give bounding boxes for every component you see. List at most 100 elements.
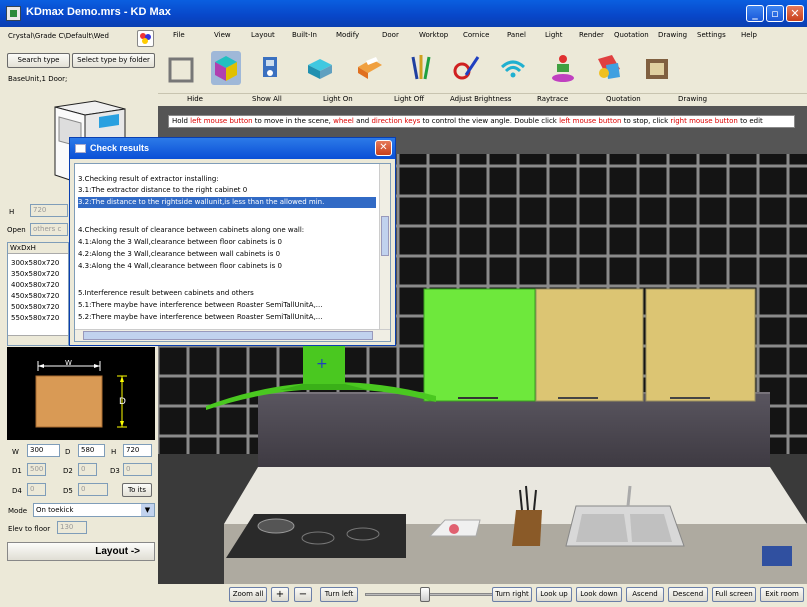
elev-field[interactable]: 130 <box>57 521 87 534</box>
dialog-close-button[interactable]: ✕ <box>375 140 392 156</box>
list-item[interactable]: 400x580x720 <box>11 281 59 289</box>
list-item[interactable]: 450x580x720 <box>11 292 59 300</box>
quotation-icon[interactable] <box>642 51 672 85</box>
door-icon[interactable] <box>354 51 384 85</box>
menu-door[interactable]: Door <box>382 31 399 39</box>
d3-field[interactable]: 0 <box>123 463 152 476</box>
descend-button[interactable]: Descend <box>668 587 708 602</box>
svg-text:+: + <box>316 356 328 372</box>
list-item[interactable]: 550x580x720 <box>11 314 59 322</box>
menu-file[interactable]: File <box>173 31 185 39</box>
menu-render[interactable]: Render <box>579 31 604 39</box>
builtin-icon[interactable] <box>255 51 285 85</box>
h-scrollbar-thumb[interactable] <box>83 331 373 340</box>
icon-toolbar <box>158 45 807 93</box>
menu-built-in[interactable]: Built-In <box>292 31 317 39</box>
result-line[interactable]: 3.Checking result of extractor installin… <box>78 174 219 185</box>
dimensions-diagram: W D <box>7 347 155 440</box>
result-line[interactable]: 5.1:There maybe have interference betwee… <box>78 300 323 311</box>
menu-quotation[interactable]: Quotation <box>614 31 649 39</box>
menu-layout[interactable]: Layout <box>251 31 275 39</box>
rotation-slider-thumb[interactable] <box>420 587 430 602</box>
result-line[interactable]: 4.3:Along the 4 Wall,clearance between f… <box>78 261 282 272</box>
cornice-icon[interactable] <box>452 51 482 85</box>
hint-text: left mouse button <box>559 117 622 125</box>
v-scrollbar-thumb[interactable] <box>381 216 389 256</box>
zoom-out-button[interactable]: − <box>294 587 312 602</box>
results-list[interactable]: 3.Checking result of extractor installin… <box>74 163 391 342</box>
layout-button[interactable]: Layout -> <box>7 542 155 561</box>
result-line-selected[interactable]: 3.2:The distance to the rightside wallun… <box>78 197 376 208</box>
hide-button[interactable]: Hide <box>187 95 203 103</box>
menu-settings[interactable]: Settings <box>697 31 726 39</box>
menu-help[interactable]: Help <box>741 31 757 39</box>
menu-light[interactable]: Light <box>545 31 562 39</box>
cube-icon[interactable] <box>211 51 241 85</box>
d4-field[interactable]: 0 <box>27 483 46 496</box>
turn-right-button[interactable]: Turn right <box>492 587 532 602</box>
modify-icon[interactable] <box>304 51 334 85</box>
full-screen-button[interactable]: Full screen <box>712 587 756 602</box>
look-up-button[interactable]: Look up <box>536 587 572 602</box>
zoom-all-button[interactable]: Zoom all <box>229 587 267 602</box>
light-on-button[interactable]: Light On <box>323 95 353 103</box>
hint-text: to control the view angle. Double click <box>420 117 560 125</box>
result-line[interactable]: 3.1:The extractor distance to the right … <box>78 185 247 196</box>
look-down-button[interactable]: Look down <box>576 587 622 602</box>
adjust-brightness-button[interactable]: Adjust Brightness <box>450 95 511 103</box>
open-field[interactable]: others c <box>30 223 68 236</box>
menu-worktop[interactable]: Worktop <box>419 31 448 39</box>
list-item[interactable]: 300x580x720 <box>11 259 59 267</box>
v-scrollbar[interactable] <box>379 164 390 329</box>
show-all-button[interactable]: Show All <box>252 95 282 103</box>
list-item[interactable]: 350x580x720 <box>11 270 59 278</box>
quotation-button[interactable]: Quotation <box>606 95 641 103</box>
d5-field[interactable]: 0 <box>78 483 108 496</box>
chevron-down-icon[interactable]: ▼ <box>141 504 154 516</box>
close-button[interactable]: ✕ <box>786 5 804 22</box>
h2-label: H <box>111 448 117 456</box>
maximize-button[interactable]: ▫ <box>766 5 784 22</box>
drawing-button[interactable]: Drawing <box>678 95 707 103</box>
light-icon[interactable] <box>548 51 578 85</box>
h2-field[interactable]: 720 <box>123 444 152 457</box>
result-line[interactable]: 4.1:Along the 3 Wall,clearance between f… <box>78 237 282 248</box>
ascend-button[interactable]: Ascend <box>626 587 664 602</box>
size-list[interactable]: WxDxH 300x580x720 350x580x720 400x580x72… <box>7 242 69 346</box>
menu-view[interactable]: View <box>214 31 231 39</box>
result-line[interactable]: 4.Checking result of clearance between c… <box>78 225 304 236</box>
exit-room-button[interactable]: Exit room <box>760 587 804 602</box>
d1-field[interactable]: 500 <box>27 463 46 476</box>
h-scrollbar[interactable] <box>75 329 390 341</box>
raytrace-button[interactable]: Raytrace <box>537 95 568 103</box>
w-field[interactable]: 300 <box>27 444 60 457</box>
worktop-icon[interactable] <box>405 51 435 85</box>
dialog-title-bar[interactable]: Check results ✕ <box>70 138 395 159</box>
menu-cornice[interactable]: Cornice <box>463 31 489 39</box>
palette-icon[interactable] <box>137 30 154 47</box>
render-icon[interactable] <box>594 51 624 85</box>
select-icon[interactable] <box>166 51 196 85</box>
minimize-button[interactable]: _ <box>746 5 764 22</box>
menu-modify[interactable]: Modify <box>336 31 359 39</box>
light-off-button[interactable]: Light Off <box>394 95 424 103</box>
result-line[interactable]: 5.2:There maybe have interference betwee… <box>78 312 323 323</box>
list-item[interactable]: 500x580x720 <box>11 303 59 311</box>
h-field[interactable]: 720 <box>30 204 68 217</box>
select-type-by-folder-button[interactable]: Select type by folder <box>72 53 155 68</box>
check-results-dialog: Check results ✕ 3.Checking result of ext… <box>69 137 396 346</box>
h-scrollbar[interactable] <box>8 335 68 345</box>
d-field[interactable]: 580 <box>78 444 105 457</box>
search-type-button[interactable]: Search type <box>7 53 70 68</box>
menu-drawing[interactable]: Drawing <box>658 31 687 39</box>
to-its-button[interactable]: To its <box>122 483 152 497</box>
navigation-bar: Zoom all + − Turn left Turn right Look u… <box>158 584 807 607</box>
turn-left-button[interactable]: Turn left <box>320 587 358 602</box>
d2-field[interactable]: 0 <box>78 463 97 476</box>
wifi-icon[interactable] <box>498 51 528 85</box>
zoom-in-button[interactable]: + <box>271 587 289 602</box>
result-line[interactable]: 5.Interference result between cabinets a… <box>78 288 254 299</box>
mode-select[interactable]: On toekick ▼ <box>33 503 155 517</box>
result-line[interactable]: 4.2:Along the 3 Wall,clearance between w… <box>78 249 280 260</box>
menu-panel[interactable]: Panel <box>507 31 526 39</box>
